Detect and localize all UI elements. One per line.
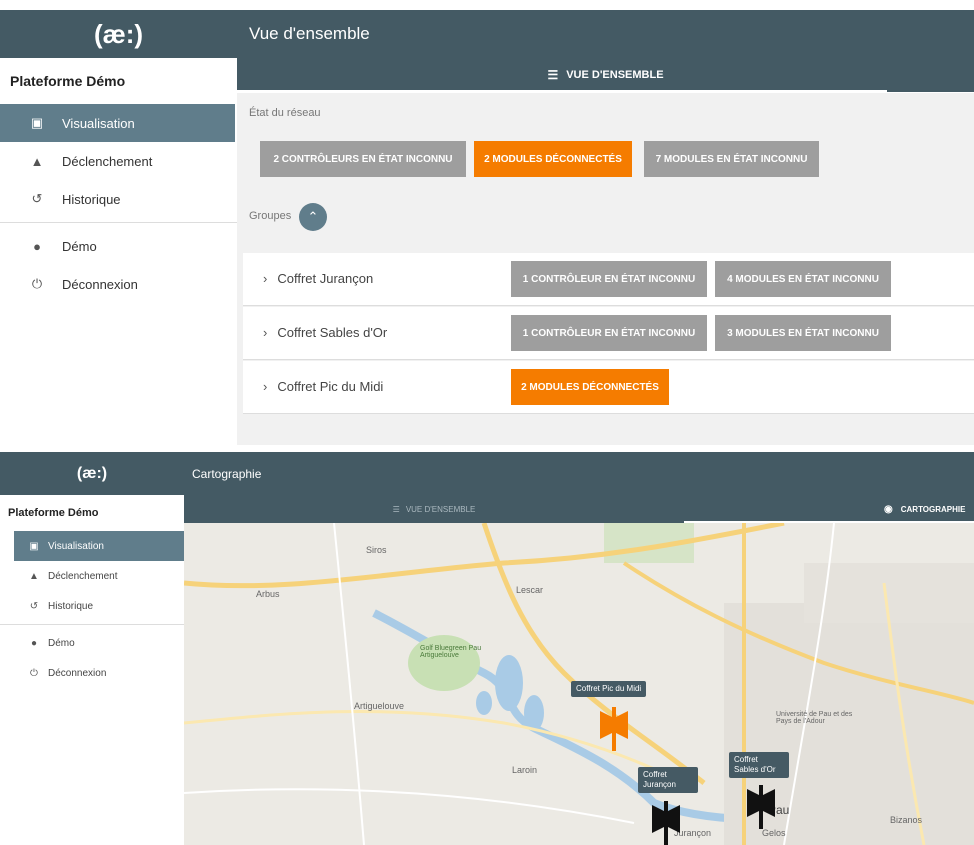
sidebar-divider <box>0 222 237 223</box>
list-icon: ☰ <box>547 68 559 82</box>
map-place-label: Lescar <box>516 585 544 595</box>
groups-label: Groupes <box>249 210 292 222</box>
sidebar-item-declenchement[interactable]: ▲ Déclenchement <box>0 142 237 180</box>
chevron-right-icon: › <box>263 379 268 394</box>
sidebar-item-visualisation[interactable]: ▣ Visualisation <box>14 531 184 561</box>
power-icon: ⏻ <box>30 667 38 679</box>
tab-vue-ensemble[interactable]: ☰ VUE D'ENSEMBLE <box>237 58 974 92</box>
page-title: Cartographie <box>184 452 974 495</box>
collapse-groups-button[interactable]: ⌃ <box>299 203 327 231</box>
group-row-pic-du-midi[interactable]: › Coffret Pic du Midi 2 MODULES DÉCONNECT… <box>243 361 974 414</box>
map-place-label: Siros <box>366 545 387 555</box>
marker-pic-du-midi-icon[interactable] <box>594 703 634 751</box>
map-place-label: Laroin <box>512 765 538 775</box>
map-place-label: Arbus <box>256 589 280 599</box>
sidebar-divider <box>0 624 184 625</box>
disconnected-modules-button[interactable]: 2 MODULES DÉCONNECTÉS <box>474 141 632 177</box>
sidebar-item-deconnexion[interactable]: ⏻ Déconnexion <box>0 265 237 303</box>
marker-popup-sables-dor[interactable]: Coffret Sables d'Or <box>729 752 789 778</box>
marker-popup-pic-du-midi[interactable]: Coffret Pic du Midi <box>571 681 647 697</box>
bell-icon: ▲ <box>29 570 39 582</box>
unknown-modules-button[interactable]: 7 MODULES EN ÉTAT INCONNU <box>644 141 819 177</box>
map-place-label: Université de Pau et des Pays de l'Adour <box>776 711 853 725</box>
history-icon: ↺ <box>31 191 43 206</box>
tab-bar: ☰ VUE D'ENSEMBLE ◉ CARTOGRAPHIE <box>184 495 974 523</box>
platform-name: Plateforme Démo <box>10 73 126 89</box>
map-view[interactable]: Siros Arbus Artiguelouve Golf Bluegreen … <box>184 523 974 845</box>
tab-vue-ensemble[interactable]: ☰ VUE D'ENSEMBLE <box>184 495 684 523</box>
chevron-up-icon: ⌃ <box>307 209 319 224</box>
map-place-label: Gelos <box>762 828 786 838</box>
sidebar-item-demo[interactable]: ● Démo <box>0 227 237 265</box>
sidebar-item-deconnexion[interactable]: ⏻ Déconnexion <box>0 658 184 688</box>
chevron-right-icon: › <box>263 271 268 286</box>
map-place-label: Artiguelouve <box>354 701 405 711</box>
marker-popup-jurancon[interactable]: Coffret Jurançon <box>638 767 698 793</box>
platform-name: Plateforme Démo <box>8 507 99 519</box>
map-screenshot: (æ:) Cartographie Plateforme Démo ▣ Visu… <box>0 452 974 845</box>
user-icon: ● <box>33 238 41 254</box>
sidebar-item-historique[interactable]: ↺ Historique <box>0 180 237 218</box>
page-title: Vue d'ensemble <box>237 10 974 58</box>
group-badge-disconnected[interactable]: 2 MODULES DÉCONNECTÉS <box>511 369 669 405</box>
group-badge-modules[interactable]: 3 MODULES EN ÉTAT INCONNU <box>715 315 891 351</box>
sidebar: Plateforme Démo ▣ Visualisation ▲ Déclen… <box>0 58 237 445</box>
power-icon: ⏻ <box>31 276 43 291</box>
user-icon: ● <box>30 637 38 649</box>
list-icon: ☰ <box>392 504 400 514</box>
sidebar: Plateforme Démo ▣ Visualisation ▲ Déclen… <box>0 495 184 845</box>
network-state-label: État du réseau <box>249 107 321 119</box>
group-badge-modules[interactable]: 4 MODULES EN ÉTAT INCONNU <box>715 261 891 297</box>
main-content: État du réseau 2 CONTRÔLEURS EN ÉTAT INC… <box>237 93 974 445</box>
sidebar-item-visualisation[interactable]: ▣ Visualisation <box>0 104 235 142</box>
app-logo[interactable]: (æ:) <box>0 10 237 58</box>
map-place-label: Bizanos <box>890 815 923 825</box>
marker-jurancon-icon[interactable] <box>646 797 686 845</box>
group-row-sables-dor[interactable]: › Coffret Sables d'Or 1 CONTRÔLEUR EN ÉTA… <box>243 307 974 360</box>
group-badge-controller[interactable]: 1 CONTRÔLEUR EN ÉTAT INCONNU <box>511 261 707 297</box>
map-pin-icon: ◉ <box>884 503 893 515</box>
app-logo[interactable]: (æ:) <box>0 452 184 495</box>
bell-icon: ▲ <box>30 153 44 169</box>
map-place-label: Golf Bluegreen Pau Artiguelouve <box>420 645 482 659</box>
unknown-controllers-button[interactable]: 2 CONTRÔLEURS EN ÉTAT INCONNU <box>260 141 466 177</box>
sidebar-item-historique[interactable]: ↺ Historique <box>0 591 184 621</box>
tab-cartographie[interactable]: ◉ CARTOGRAPHIE <box>884 495 974 523</box>
chevron-right-icon: › <box>263 325 268 340</box>
overview-screenshot: (æ:) Vue d'ensemble Plateforme Démo ▣ Vi… <box>0 0 974 445</box>
marker-sables-dor-icon[interactable] <box>741 781 781 829</box>
monitor-icon: ▣ <box>30 115 44 130</box>
group-badge-controller[interactable]: 1 CONTRÔLEUR EN ÉTAT INCONNU <box>511 315 707 351</box>
group-row-jurancon[interactable]: › Coffret Jurançon 1 CONTRÔLEUR EN ÉTAT I… <box>243 253 974 306</box>
history-icon: ↺ <box>29 600 39 612</box>
monitor-icon: ▣ <box>29 540 39 552</box>
sidebar-item-demo[interactable]: ● Démo <box>0 628 184 658</box>
sidebar-item-declenchement[interactable]: ▲ Déclenchement <box>0 561 184 591</box>
